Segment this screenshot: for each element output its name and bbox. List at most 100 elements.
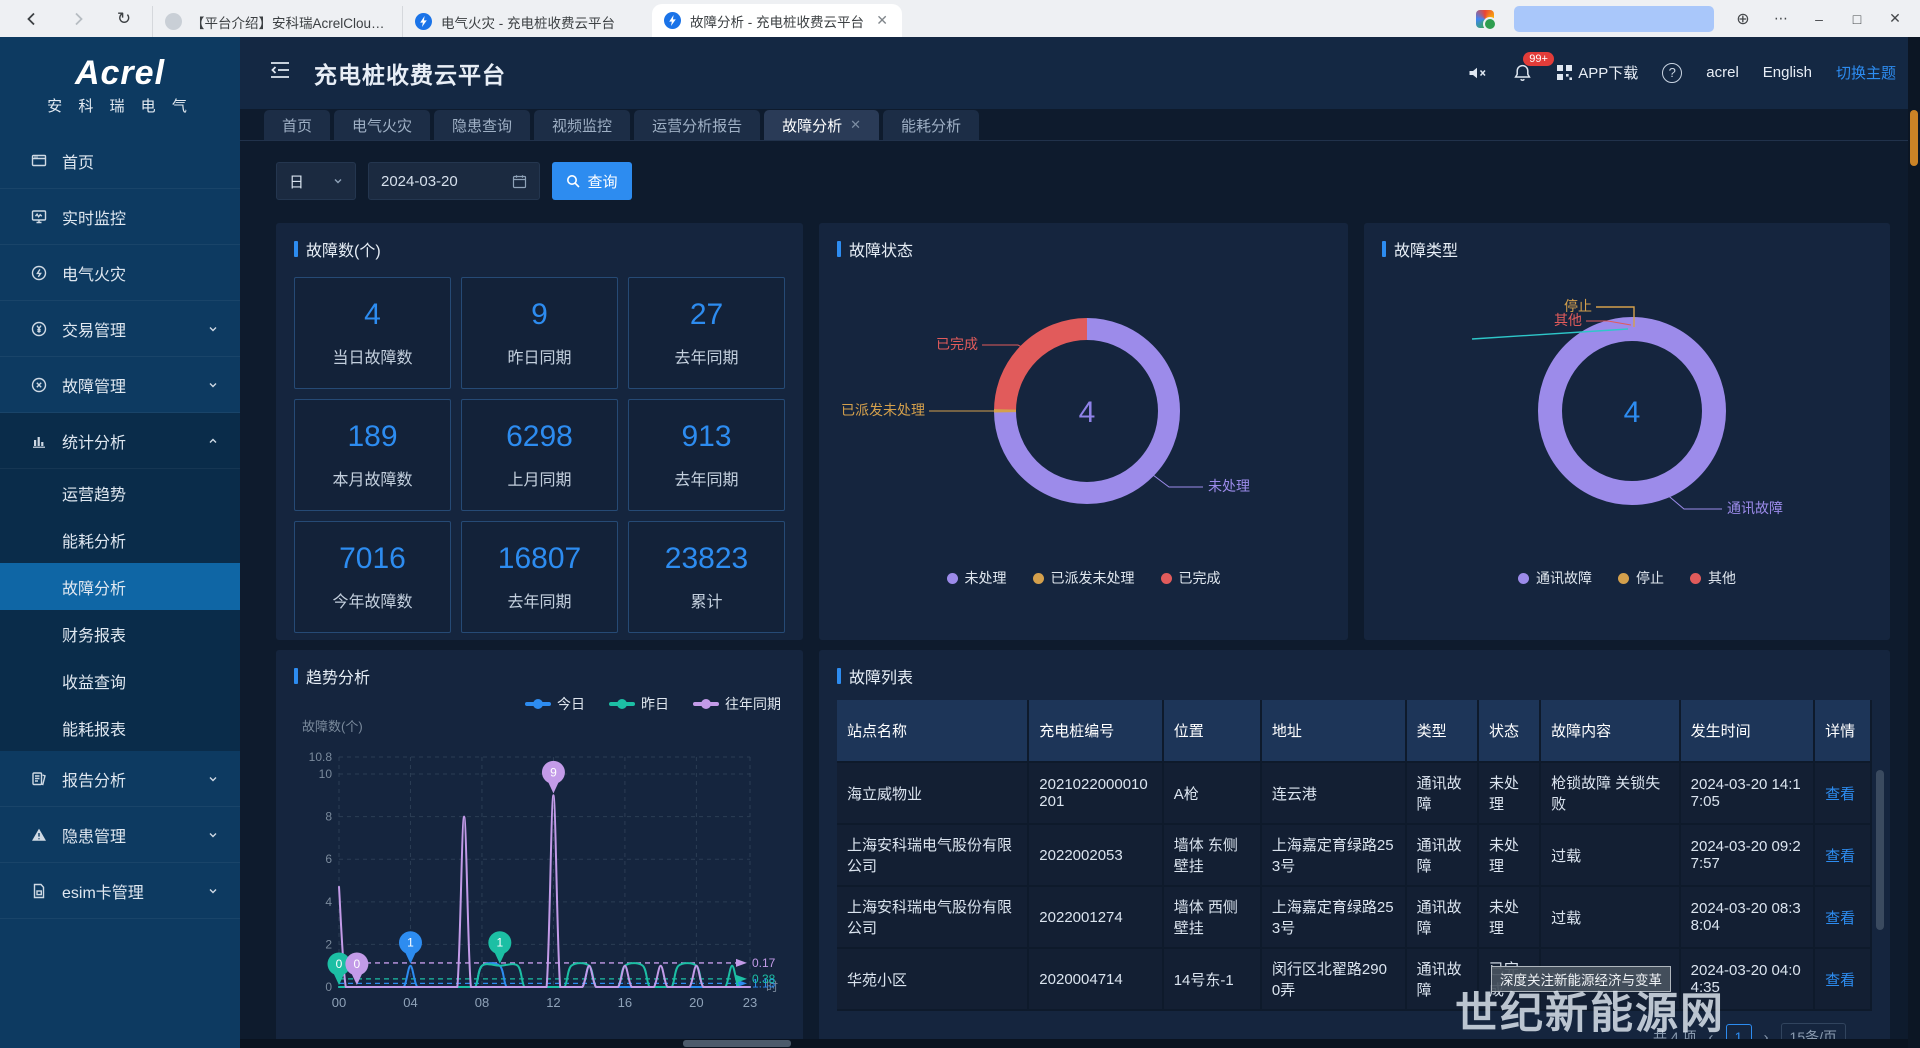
tab-electrical-fire[interactable]: 电气火灾 [334,110,430,140]
browser-tab-3-active[interactable]: 故障分析 - 充电桩收费云平台 ✕ [652,4,902,37]
browser-chrome: ↻ 【平台介绍】安科瑞AcrelCloud-9 电气火灾 - 充电桩收费云平台 … [0,0,1920,37]
svg-text:8: 8 [325,810,332,824]
language-switch[interactable]: English [1763,64,1812,81]
table-cell: 通讯故障 [1406,886,1478,948]
notification-bell-icon[interactable]: 99+ [1513,63,1532,83]
sidebar-item-report-analysis[interactable]: 报告分析 [0,751,240,807]
horizontal-scrollbar[interactable] [240,1039,1908,1048]
help-icon[interactable]: ? [1662,63,1682,83]
svg-text:9: 9 [550,765,557,779]
sidebar-item-fault-mgmt[interactable]: 故障管理 [0,357,240,413]
svg-text:2: 2 [325,937,332,951]
panel-trend-analysis: 趋势分析 今日 昨日 往年同期 故障数(个) 10.81086420000408… [276,650,803,1048]
tab-operation-report[interactable]: 运营分析报告 [634,110,760,140]
app-download-link[interactable]: APP下载 [1556,62,1638,83]
query-button[interactable]: 查询 [552,162,632,200]
mute-icon[interactable] [1467,64,1489,82]
svg-text:其他: 其他 [1554,312,1582,328]
tab-hazard-query[interactable]: 隐患查询 [434,110,530,140]
view-detail-link[interactable]: 查看 [1814,886,1871,948]
warning-triangle-icon [30,826,48,844]
table-cell: 2024-03-20 08:38:04 [1680,886,1814,948]
legend-item[interactable]: 通讯故障 [1518,568,1592,588]
extension-highlight[interactable] [1514,6,1714,32]
sim-card-icon [30,882,48,900]
table-cell: 通讯故障 [1406,824,1478,886]
sidebar-item-transaction-mgmt[interactable]: 交易管理 [0,301,240,357]
table-scrollbar-thumb[interactable] [1876,770,1884,930]
legend-item[interactable]: 未处理 [947,568,1007,588]
browser-refresh-icon[interactable]: ↻ [114,9,134,29]
sidebar-collapse-icon[interactable] [268,59,292,86]
vertical-scrollbar-thumb[interactable] [1910,110,1918,166]
table-cell: 海立威物业 [837,762,1028,824]
vertical-scrollbar[interactable] [1908,37,1920,1048]
calendar-icon [512,174,527,189]
legend-item[interactable]: 已完成 [1161,568,1221,588]
panel-fault-type: 故障类型 停止 其他 通讯故障 4 [1364,223,1890,640]
trend-line-chart: 10.8108642000040812162023时1.130.380.1700… [294,735,785,1023]
legend-item[interactable]: 已派发未处理 [1033,568,1135,588]
sidebar-item-statistics[interactable]: 统计分析 [0,413,240,469]
sidebar-item-esim-card-mgmt[interactable]: esim卡管理 [0,863,240,919]
theme-switch-link[interactable]: 切换主题 [1836,62,1896,83]
tab-fault-analysis-active[interactable]: 故障分析 ✕ [764,110,879,140]
qr-code-icon [1556,64,1573,81]
browser-back-icon[interactable] [22,9,42,29]
col-pile-number: 充电桩编号 [1028,700,1162,762]
tab-close-icon[interactable]: ✕ [850,117,861,133]
period-select[interactable]: 日 [276,162,356,200]
table-cell: 2024-03-20 09:27:57 [1680,824,1814,886]
panel-title: 故障列表 [837,664,1872,688]
app-header: 充电桩收费云平台 99+ APP下载 ? acrel Engli [240,37,1920,109]
tab-energy-analysis[interactable]: 能耗分析 [883,110,979,140]
window-minimize-icon[interactable]: – [1810,11,1828,27]
browser-tab-title: 【平台介绍】安科瑞AcrelCloud-9 [191,12,390,32]
svg-text:0: 0 [354,957,361,971]
svg-text:6: 6 [325,852,332,866]
table-cell: 2024-03-20 04:04:35 [1680,948,1814,1010]
legend-item[interactable]: 往年同期 [693,694,781,714]
sidebar-item-home[interactable]: 首页 [0,133,240,189]
username[interactable]: acrel [1706,64,1739,81]
tab-video-monitor[interactable]: 视频监控 [534,110,630,140]
extension-icon[interactable] [1476,10,1494,28]
sidebar-subitem-financial-report[interactable]: 财务报表 [0,610,240,657]
sidebar-item-electrical-fire[interactable]: 电气火灾 [0,245,240,301]
stat-card: 7016今年故障数 [294,521,451,633]
sidebar-subitem-fault-analysis-active[interactable]: 故障分析 [0,563,240,610]
sidebar-subitem-revenue-query[interactable]: 收益查询 [0,657,240,704]
view-detail-link[interactable]: 查看 [1814,762,1871,824]
sidebar-subitem-energy-analysis[interactable]: 能耗分析 [0,516,240,563]
window-restore-icon[interactable]: □ [1848,11,1866,27]
chevron-down-icon [204,886,222,896]
browser-tab-2[interactable]: 电气火灾 - 充电桩收费云平台 [402,6,652,37]
sidebar-item-hazard-mgmt[interactable]: 隐患管理 [0,807,240,863]
table-row: 海立威物业2021022000010201A枪连云港通讯故障未处理枪锁故障 关锁… [837,762,1871,824]
date-picker[interactable]: 2024-03-20 [368,162,540,200]
view-detail-link[interactable]: 查看 [1814,824,1871,886]
legend-item[interactable]: 昨日 [609,694,669,714]
svg-text:4: 4 [1624,396,1641,429]
tab-home[interactable]: 首页 [264,110,330,140]
window-close-icon[interactable]: ✕ [1886,10,1904,27]
legend-item[interactable]: 停止 [1618,568,1664,588]
tab-close-icon[interactable]: ✕ [874,12,890,29]
panel-title: 趋势分析 [294,664,785,688]
sidebar-subitem-energy-report[interactable]: 能耗报表 [0,704,240,751]
chevron-down-icon [204,380,222,390]
table-cell: A枪 [1163,762,1261,824]
view-detail-link[interactable]: 查看 [1814,948,1871,1010]
sidebar-subitem-operation-trend[interactable]: 运营趋势 [0,469,240,516]
stat-card: 16807去年同期 [461,521,618,633]
browser-forward-icon[interactable] [68,9,88,29]
legend-item[interactable]: 今日 [525,694,585,714]
table-cell: 未处理 [1478,762,1540,824]
horizontal-scrollbar-thumb[interactable] [683,1040,791,1047]
browser-tab-1[interactable]: 【平台介绍】安科瑞AcrelCloud-9 [152,6,402,37]
globe-icon[interactable]: ⊕ [1734,9,1752,29]
legend-item[interactable]: 其他 [1690,568,1736,588]
browser-menu-icon[interactable]: ⋯ [1772,10,1790,27]
sidebar-item-realtime-monitor[interactable]: 实时监控 [0,189,240,245]
table-cell: 枪锁故障 关锁失败 [1540,762,1680,824]
